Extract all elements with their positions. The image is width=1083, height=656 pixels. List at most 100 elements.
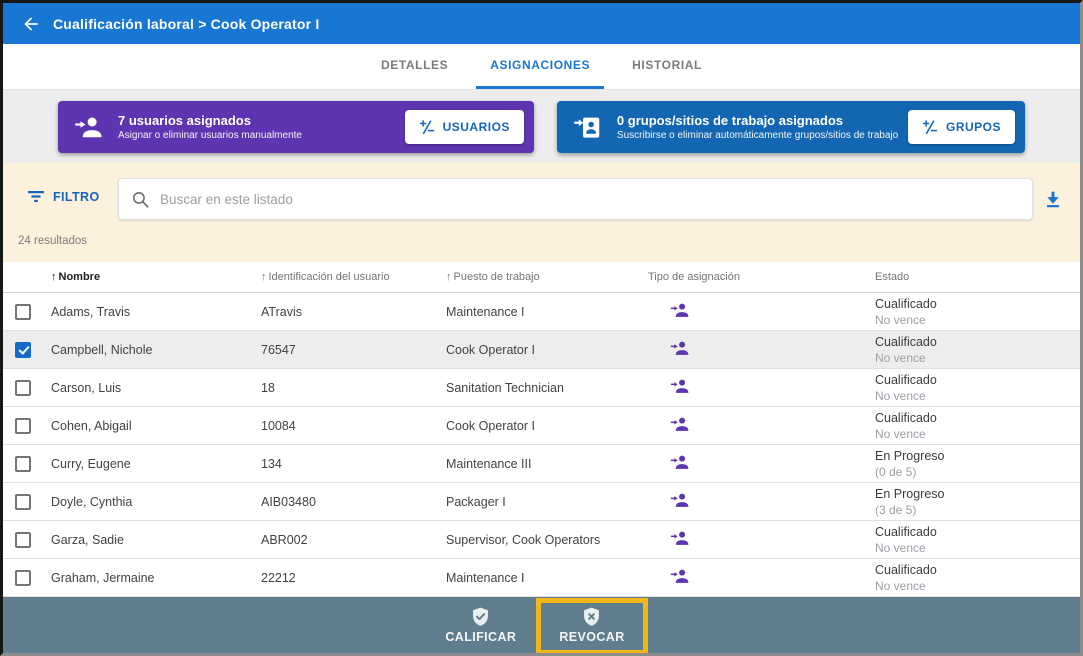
row-checkbox[interactable] (15, 532, 31, 548)
table-row[interactable]: Cohen, Abigail 10084 Cook Operator I Cua… (3, 407, 1080, 445)
column-header-identificacion[interactable]: ↑ Identificación del usuario (261, 271, 446, 283)
tab-detalles[interactable]: DETALLES (367, 44, 462, 89)
table-row[interactable]: Garza, Sadie ABR002 Supervisor, Cook Ope… (3, 521, 1080, 559)
cell-user-id: ATravis (261, 305, 446, 319)
table-row[interactable]: Campbell, Nichole 76547 Cook Operator I … (3, 331, 1080, 369)
banner-section: 7 usuarios asignados Asignar o eliminar … (3, 90, 1080, 163)
users-banner-subtitle: Asignar o eliminar usuarios manualmente (118, 129, 405, 142)
cell-user-id: ABR002 (261, 533, 446, 547)
download-button[interactable] (1040, 187, 1066, 213)
manual-assignment-icon (670, 414, 690, 434)
cell-name: Adams, Travis (51, 305, 261, 319)
calificar-button[interactable]: CALIFICAR (435, 604, 526, 646)
row-checkbox[interactable] (15, 494, 31, 510)
row-checkbox[interactable] (15, 456, 31, 472)
status-text: Cualificado (875, 410, 1080, 426)
cell-job-title: Cook Operator I (446, 343, 648, 357)
grupos-button[interactable]: GRUPOS (908, 110, 1015, 144)
cell-job-title: Maintenance I (446, 305, 648, 319)
users-assigned-banner: 7 usuarios asignados Asignar o eliminar … (58, 101, 534, 153)
status-text: Cualificado (875, 524, 1080, 540)
table-row[interactable]: Doyle, Cynthia AIB03480 Packager I En Pr… (3, 483, 1080, 521)
manual-assignment-icon (670, 566, 690, 586)
action-toolbar: CALIFICAR REVOCAR (3, 597, 1080, 653)
cell-name: Curry, Eugene (51, 457, 261, 471)
row-checkbox[interactable] (15, 418, 31, 434)
row-checkbox[interactable] (15, 570, 31, 586)
column-header-puesto[interactable]: ↑ Puesto de trabajo (446, 271, 648, 283)
plus-minus-icon (922, 119, 938, 135)
cell-job-title: Maintenance I (446, 571, 648, 585)
filter-button[interactable]: FILTRO (27, 189, 100, 204)
plus-minus-icon (419, 119, 435, 135)
search-icon (131, 190, 150, 209)
status-detail: (0 de 5) (875, 464, 1080, 480)
column-header-estado[interactable]: Estado (875, 271, 1080, 283)
column-header-tipo[interactable]: Tipo de asignación (648, 271, 875, 283)
groups-banner-title: 0 grupos/sitios de trabajo asignados (617, 112, 908, 129)
row-checkbox[interactable] (15, 380, 31, 396)
manual-assignment-icon (670, 338, 690, 358)
filter-section: FILTRO 24 resultados (3, 163, 1080, 262)
app-header: Cualificación laboral > Cook Operator I (3, 3, 1080, 44)
status-text: En Progreso (875, 486, 1080, 502)
cell-user-id: 18 (261, 381, 446, 395)
cell-name: Garza, Sadie (51, 533, 261, 547)
groups-banner-subtitle: Suscribirse o eliminar automáticamente g… (617, 129, 908, 142)
breadcrumb: Cualificación laboral > Cook Operator I (53, 16, 319, 32)
tab-bar: DETALLES ASIGNACIONES HISTORIAL (3, 44, 1080, 90)
sort-ascending-icon: ↑ (51, 271, 57, 283)
status-text: Cualificado (875, 372, 1080, 388)
status-detail: (3 de 5) (875, 502, 1080, 518)
table-row[interactable]: Curry, Eugene 134 Maintenance III En Pro… (3, 445, 1080, 483)
cell-user-id: 22212 (261, 571, 446, 585)
column-header-nombre[interactable]: ↑ Nombre (51, 271, 261, 283)
sort-ascending-icon: ↑ (261, 271, 267, 283)
revoke-highlight-box: REVOCAR (536, 598, 647, 655)
status-detail: No vence (875, 578, 1080, 594)
table-header: ↑ Nombre ↑ Identificación del usuario ↑ … (3, 262, 1080, 293)
results-count: 24 resultados (18, 235, 87, 247)
status-detail: No vence (875, 388, 1080, 404)
status-detail: No vence (875, 350, 1080, 366)
app-window: Cualificación laboral > Cook Operator I … (0, 0, 1083, 656)
row-checkbox[interactable] (15, 304, 31, 320)
cell-name: Carson, Luis (51, 381, 261, 395)
cell-name: Graham, Jermaine (51, 571, 261, 585)
groups-assigned-banner: 0 grupos/sitios de trabajo asignados Sus… (557, 101, 1025, 153)
cell-name: Cohen, Abigail (51, 419, 261, 433)
table-row[interactable]: Adams, Travis ATravis Maintenance I Cual… (3, 293, 1080, 331)
revocar-button[interactable]: REVOCAR (549, 604, 634, 646)
row-checkbox[interactable] (15, 342, 31, 358)
cell-job-title: Sanitation Technician (446, 381, 648, 395)
status-text: Cualificado (875, 296, 1080, 312)
cell-user-id: 134 (261, 457, 446, 471)
back-button[interactable] (17, 10, 45, 38)
tab-asignaciones[interactable]: ASIGNACIONES (476, 44, 604, 89)
table-row[interactable]: Graham, Jermaine 22212 Maintenance I Cua… (3, 559, 1080, 597)
cell-user-id: 10084 (261, 419, 446, 433)
shield-x-icon (581, 606, 602, 627)
usuarios-button[interactable]: USUARIOS (405, 110, 524, 144)
cell-job-title: Supervisor, Cook Operators (446, 533, 648, 547)
status-text: Cualificado (875, 334, 1080, 350)
tab-historial[interactable]: HISTORIAL (618, 44, 716, 89)
cell-job-title: Maintenance III (446, 457, 648, 471)
status-text: En Progreso (875, 448, 1080, 464)
person-add-icon (74, 112, 104, 142)
cell-job-title: Packager I (446, 495, 648, 509)
manual-assignment-icon (670, 300, 690, 320)
cell-job-title: Cook Operator I (446, 419, 648, 433)
filter-icon (27, 189, 45, 204)
search-input[interactable] (160, 192, 1020, 207)
sort-ascending-icon: ↑ (446, 271, 452, 283)
table-row[interactable]: Carson, Luis 18 Sanitation Technician Cu… (3, 369, 1080, 407)
manual-assignment-icon (670, 376, 690, 396)
status-text: Cualificado (875, 562, 1080, 578)
cell-name: Campbell, Nichole (51, 343, 261, 357)
status-detail: No vence (875, 312, 1080, 328)
table-body: Adams, Travis ATravis Maintenance I Cual… (3, 293, 1080, 597)
status-detail: No vence (875, 426, 1080, 442)
cell-name: Doyle, Cynthia (51, 495, 261, 509)
cell-user-id: AIB03480 (261, 495, 446, 509)
